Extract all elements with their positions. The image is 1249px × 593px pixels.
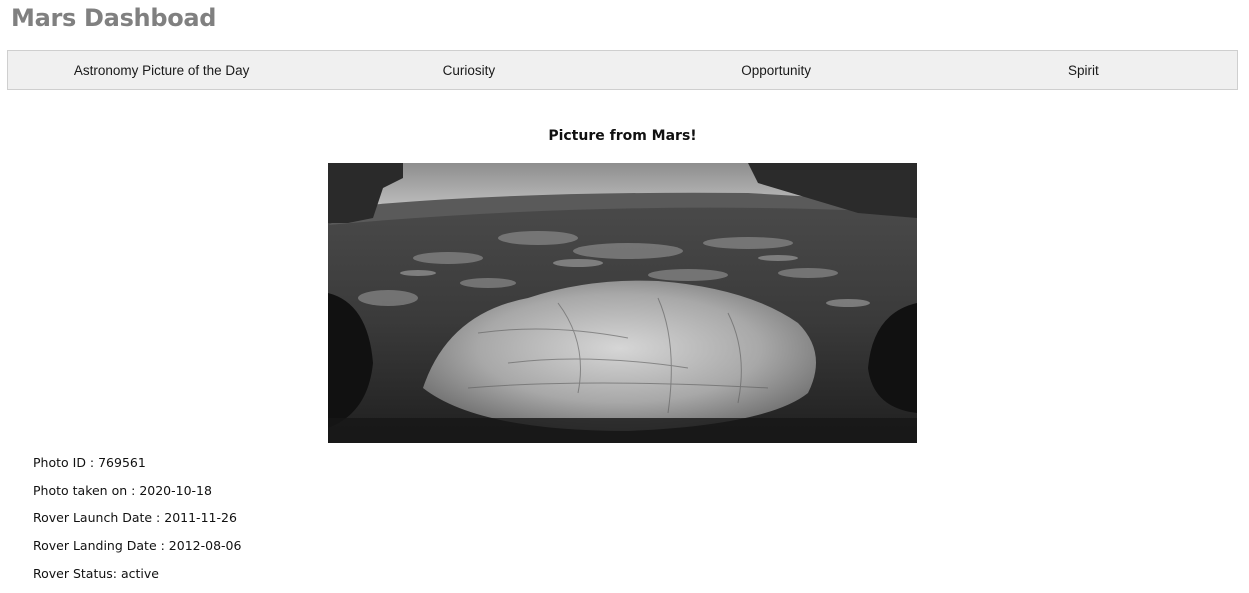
detail-rover-status-value: active — [121, 565, 159, 581]
nav-item-curiosity[interactable]: Curiosity — [315, 63, 622, 78]
app-title: Mars Dashboad — [11, 4, 217, 32]
detail-launch-date-value: 2011-11-26 — [164, 510, 237, 526]
rover-nav: Astronomy Picture of the Day Curiosity O… — [7, 50, 1238, 90]
mars-photo — [328, 163, 917, 443]
section-heading: Picture from Mars! — [548, 128, 697, 144]
detail-photo-id: Photo ID : 769561 — [33, 455, 241, 483]
detail-landing-date-value: 2012-08-06 — [168, 538, 242, 554]
nav-item-apod[interactable]: Astronomy Picture of the Day — [8, 63, 315, 78]
detail-photo-id-label: Photo ID : — [33, 455, 99, 470]
detail-rover-status-label: Rover Status: — [33, 565, 121, 581]
photo-details: Photo ID : 769561 Photo taken on : 2020-… — [33, 455, 241, 593]
nav-item-spirit[interactable]: Spirit — [930, 63, 1237, 78]
detail-photo-taken-value: 2020-10-18 — [139, 482, 212, 498]
detail-photo-taken-label: Photo taken on : — [33, 482, 140, 498]
detail-launch-date: Rover Launch Date : 2011-11-26 — [33, 510, 241, 538]
detail-landing-date-label: Rover Landing Date : — [33, 538, 169, 554]
detail-photo-taken: Photo taken on : 2020-10-18 — [33, 483, 241, 511]
detail-landing-date: Rover Landing Date : 2012-08-06 — [33, 538, 241, 566]
detail-launch-date-label: Rover Launch Date : — [33, 510, 165, 526]
nav-item-opportunity[interactable]: Opportunity — [623, 63, 930, 78]
detail-rover-status: Rover Status: active — [33, 566, 241, 593]
detail-photo-id-value: 769561 — [98, 455, 146, 470]
